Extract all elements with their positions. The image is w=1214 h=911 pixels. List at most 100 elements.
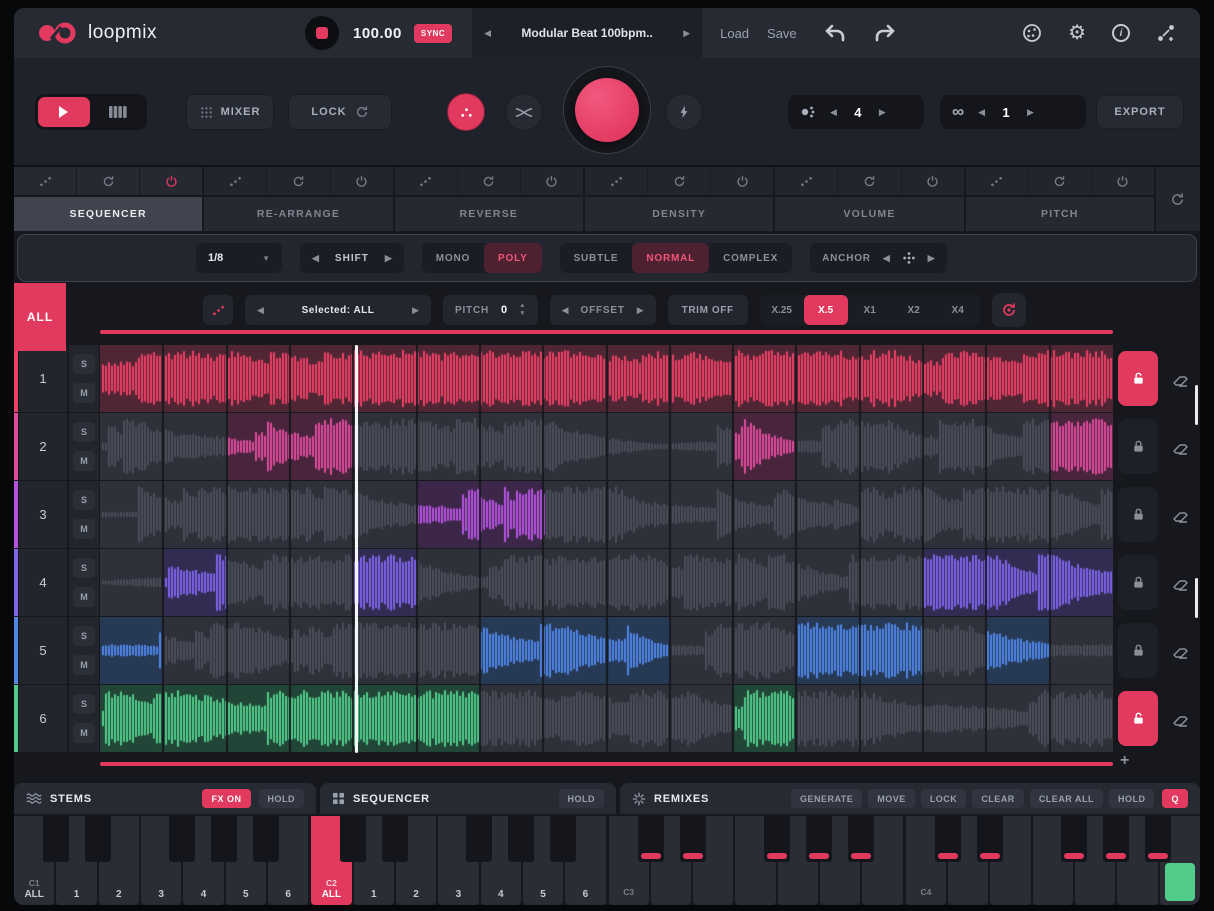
tab-volume[interactable]: VOLUME [775, 167, 963, 231]
tab-re-arrange[interactable]: RE-ARRANGE [204, 167, 392, 231]
refresh-icon[interactable] [76, 167, 139, 195]
key-c4-black-2[interactable] [1061, 816, 1087, 862]
random-amount-knob[interactable] [447, 93, 485, 131]
track-lock-button[interactable] [1118, 487, 1158, 542]
trail-dots-icon[interactable] [775, 167, 837, 195]
key-c2-black-1[interactable] [382, 816, 408, 862]
solo-button[interactable]: S [73, 354, 95, 374]
piano-view-button[interactable] [93, 97, 145, 127]
solo-button[interactable]: S [73, 558, 95, 578]
select-all-block[interactable]: ALL [14, 283, 66, 351]
track-erase-button[interactable] [1166, 637, 1194, 665]
fx-on-toggle[interactable]: FX ON [202, 789, 250, 808]
trail-dots-icon[interactable] [966, 167, 1028, 195]
shift-right-button[interactable]: ▶ [385, 253, 392, 264]
solo-button[interactable]: S [73, 422, 95, 442]
loops-prev-button[interactable]: ◀ [978, 107, 985, 118]
power-icon[interactable] [1091, 167, 1154, 195]
preset-name[interactable]: Modular Beat 100bpm.. [521, 26, 652, 40]
mute-button[interactable]: M [73, 723, 95, 743]
preset-next-button[interactable]: ▶ [683, 28, 690, 39]
load-button[interactable]: Load [720, 26, 749, 41]
key-c3-black-1[interactable] [680, 816, 706, 862]
crossfade-button[interactable] [505, 93, 543, 131]
mute-button[interactable]: M [73, 655, 95, 675]
track-erase-button[interactable] [1166, 569, 1194, 597]
save-button[interactable]: Save [767, 26, 797, 41]
track-erase-button[interactable] [1166, 501, 1194, 529]
global-lock-button[interactable]: LOCK [288, 94, 392, 130]
selected-next-button[interactable]: ▶ [412, 305, 419, 316]
sync-toggle[interactable]: SYNC [414, 24, 452, 43]
power-icon[interactable] [710, 167, 773, 195]
refresh-icon[interactable] [266, 167, 329, 195]
refresh-icon[interactable] [647, 167, 710, 195]
trail-dots-icon[interactable] [395, 167, 457, 195]
key-c3-black-2[interactable] [764, 816, 790, 862]
speed-x.5[interactable]: X.5 [804, 295, 848, 325]
anchor-prev-button[interactable]: ◀ [883, 253, 890, 264]
instant-randomize-button[interactable] [665, 93, 703, 131]
refresh-icon[interactable] [837, 167, 900, 195]
key-c2-black-0[interactable] [340, 816, 366, 862]
key-c1-black-0[interactable] [43, 816, 69, 862]
track-erase-button[interactable] [1166, 705, 1194, 733]
play-button[interactable] [38, 97, 90, 127]
info-icon[interactable]: i [1112, 24, 1130, 42]
track-waveform-grid[interactable] [100, 549, 1113, 616]
remix-lock-button[interactable]: LOCK [921, 789, 967, 808]
quantize-toggle[interactable]: Q [1162, 789, 1188, 808]
speed-x4[interactable]: X4 [936, 295, 980, 325]
track-erase-button[interactable] [1166, 365, 1194, 393]
stems-hold-toggle[interactable]: HOLD [259, 789, 305, 808]
key-c4-black-0[interactable] [935, 816, 961, 862]
track-waveform-grid[interactable] [100, 617, 1113, 684]
tab-sequencer[interactable]: SEQUENCER [14, 167, 202, 231]
refresh-icon[interactable] [1028, 167, 1091, 195]
remix-hold-button[interactable]: HOLD [1109, 789, 1155, 808]
mute-button[interactable]: M [73, 587, 95, 607]
voice-poly[interactable]: POLY [484, 243, 542, 273]
remix-clear-all-button[interactable]: CLEAR ALL [1030, 789, 1103, 808]
redo-button[interactable] [873, 23, 897, 43]
power-icon[interactable] [330, 167, 393, 195]
track-lock-button[interactable] [1118, 351, 1158, 406]
track-lock-button[interactable] [1118, 555, 1158, 610]
refresh-icon[interactable] [457, 167, 520, 195]
key-c2-black-2[interactable] [466, 816, 492, 862]
mute-button[interactable]: M [73, 519, 95, 539]
key-c2-black-4[interactable] [550, 816, 576, 862]
key-c3-black-0[interactable] [638, 816, 664, 862]
key-c1-black-4[interactable] [253, 816, 279, 862]
bars-next-button[interactable]: ▶ [879, 107, 886, 118]
track-waveform-grid[interactable] [100, 481, 1113, 548]
loops-next-button[interactable]: ▶ [1027, 107, 1034, 118]
key-c4-black-1[interactable] [977, 816, 1003, 862]
track-lock-button[interactable] [1118, 691, 1158, 746]
key-c4-black-4[interactable] [1145, 816, 1171, 862]
track-lock-button[interactable] [1118, 623, 1158, 678]
selected-prev-button[interactable]: ◀ [257, 305, 264, 316]
offset-left-button[interactable]: ◀ [562, 305, 569, 316]
scrollbar-handle[interactable] [1195, 578, 1198, 618]
speed-x.25[interactable]: X.25 [760, 295, 804, 325]
step-up-icon[interactable]: ▲ [519, 302, 525, 310]
pitch-stepper[interactable]: ▲ ▼ [519, 302, 525, 318]
trail-dots-icon[interactable] [14, 167, 76, 195]
undo-button[interactable] [823, 23, 847, 43]
scrollbar-handle[interactable] [1195, 385, 1198, 425]
remix-generate-button[interactable]: GENERATE [791, 789, 862, 808]
main-trigger-button[interactable] [575, 78, 639, 142]
export-button[interactable]: EXPORT [1096, 95, 1184, 129]
tab-pitch[interactable]: PITCH [966, 167, 1154, 231]
track-lock-button[interactable] [1118, 419, 1158, 474]
step-down-icon[interactable]: ▼ [519, 310, 525, 318]
key-c3-black-4[interactable] [848, 816, 874, 862]
speed-x2[interactable]: X2 [892, 295, 936, 325]
key-c1-black-1[interactable] [85, 816, 111, 862]
bpm-display[interactable]: 100.00 [353, 25, 402, 42]
tab-reverse[interactable]: REVERSE [395, 167, 583, 231]
key-c1-black-2[interactable] [169, 816, 195, 862]
complexity-subtle[interactable]: SUBTLE [560, 243, 633, 273]
offset-right-button[interactable]: ▶ [637, 305, 644, 316]
